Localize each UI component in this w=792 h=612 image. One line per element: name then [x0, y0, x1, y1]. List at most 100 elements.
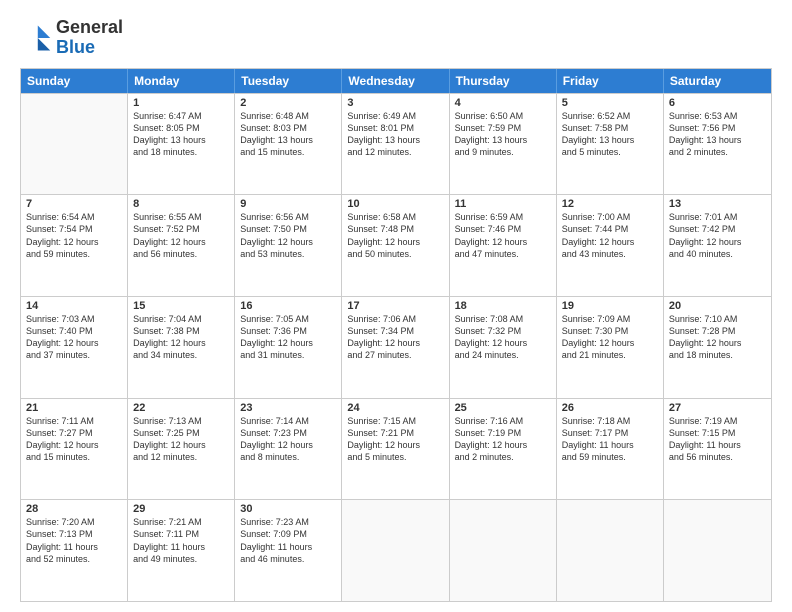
day-number: 2 [240, 97, 336, 109]
day-number: 14 [26, 300, 122, 312]
day-cell-11: 11Sunrise: 6:59 AM Sunset: 7:46 PM Dayli… [450, 195, 557, 296]
day-cell-20: 20Sunrise: 7:10 AM Sunset: 7:28 PM Dayli… [664, 297, 771, 398]
logo-icon [20, 22, 52, 54]
logo-blue-text: Blue [56, 37, 95, 57]
day-cell-3: 3Sunrise: 6:49 AM Sunset: 8:01 PM Daylig… [342, 94, 449, 195]
day-info: Sunrise: 7:16 AM Sunset: 7:19 PM Dayligh… [455, 415, 551, 464]
day-cell-21: 21Sunrise: 7:11 AM Sunset: 7:27 PM Dayli… [21, 399, 128, 500]
day-number: 10 [347, 198, 443, 210]
day-cell-17: 17Sunrise: 7:06 AM Sunset: 7:34 PM Dayli… [342, 297, 449, 398]
day-info: Sunrise: 7:08 AM Sunset: 7:32 PM Dayligh… [455, 313, 551, 362]
calendar-week-4: 21Sunrise: 7:11 AM Sunset: 7:27 PM Dayli… [21, 398, 771, 500]
day-cell-2: 2Sunrise: 6:48 AM Sunset: 8:03 PM Daylig… [235, 94, 342, 195]
page: General Blue SundayMondayTuesdayWednesda… [0, 0, 792, 612]
day-number: 30 [240, 503, 336, 515]
day-cell-30: 30Sunrise: 7:23 AM Sunset: 7:09 PM Dayli… [235, 500, 342, 601]
day-info: Sunrise: 6:54 AM Sunset: 7:54 PM Dayligh… [26, 211, 122, 260]
day-cell-9: 9Sunrise: 6:56 AM Sunset: 7:50 PM Daylig… [235, 195, 342, 296]
day-number: 25 [455, 402, 551, 414]
day-cell-12: 12Sunrise: 7:00 AM Sunset: 7:44 PM Dayli… [557, 195, 664, 296]
day-info: Sunrise: 6:55 AM Sunset: 7:52 PM Dayligh… [133, 211, 229, 260]
day-cell-13: 13Sunrise: 7:01 AM Sunset: 7:42 PM Dayli… [664, 195, 771, 296]
day-cell-27: 27Sunrise: 7:19 AM Sunset: 7:15 PM Dayli… [664, 399, 771, 500]
calendar-header-row: SundayMondayTuesdayWednesdayThursdayFrid… [21, 69, 771, 93]
calendar-week-5: 28Sunrise: 7:20 AM Sunset: 7:13 PM Dayli… [21, 499, 771, 601]
calendar: SundayMondayTuesdayWednesdayThursdayFrid… [20, 68, 772, 602]
day-number: 8 [133, 198, 229, 210]
header-day-wednesday: Wednesday [342, 69, 449, 93]
day-info: Sunrise: 6:59 AM Sunset: 7:46 PM Dayligh… [455, 211, 551, 260]
day-cell-15: 15Sunrise: 7:04 AM Sunset: 7:38 PM Dayli… [128, 297, 235, 398]
day-cell-22: 22Sunrise: 7:13 AM Sunset: 7:25 PM Dayli… [128, 399, 235, 500]
day-info: Sunrise: 7:09 AM Sunset: 7:30 PM Dayligh… [562, 313, 658, 362]
day-info: Sunrise: 6:47 AM Sunset: 8:05 PM Dayligh… [133, 110, 229, 159]
header-day-tuesday: Tuesday [235, 69, 342, 93]
header-day-thursday: Thursday [450, 69, 557, 93]
day-info: Sunrise: 6:56 AM Sunset: 7:50 PM Dayligh… [240, 211, 336, 260]
day-cell-24: 24Sunrise: 7:15 AM Sunset: 7:21 PM Dayli… [342, 399, 449, 500]
empty-cell [21, 94, 128, 195]
day-info: Sunrise: 7:01 AM Sunset: 7:42 PM Dayligh… [669, 211, 766, 260]
day-number: 13 [669, 198, 766, 210]
day-number: 23 [240, 402, 336, 414]
day-number: 24 [347, 402, 443, 414]
day-info: Sunrise: 7:18 AM Sunset: 7:17 PM Dayligh… [562, 415, 658, 464]
day-cell-8: 8Sunrise: 6:55 AM Sunset: 7:52 PM Daylig… [128, 195, 235, 296]
calendar-week-1: 1Sunrise: 6:47 AM Sunset: 8:05 PM Daylig… [21, 93, 771, 195]
header-day-monday: Monday [128, 69, 235, 93]
header-day-saturday: Saturday [664, 69, 771, 93]
day-number: 17 [347, 300, 443, 312]
logo: General Blue [20, 18, 123, 58]
day-number: 12 [562, 198, 658, 210]
day-number: 19 [562, 300, 658, 312]
empty-cell [664, 500, 771, 601]
day-number: 18 [455, 300, 551, 312]
day-info: Sunrise: 7:00 AM Sunset: 7:44 PM Dayligh… [562, 211, 658, 260]
day-info: Sunrise: 7:11 AM Sunset: 7:27 PM Dayligh… [26, 415, 122, 464]
day-cell-10: 10Sunrise: 6:58 AM Sunset: 7:48 PM Dayli… [342, 195, 449, 296]
calendar-week-3: 14Sunrise: 7:03 AM Sunset: 7:40 PM Dayli… [21, 296, 771, 398]
day-info: Sunrise: 7:23 AM Sunset: 7:09 PM Dayligh… [240, 516, 336, 565]
day-cell-16: 16Sunrise: 7:05 AM Sunset: 7:36 PM Dayli… [235, 297, 342, 398]
header-day-friday: Friday [557, 69, 664, 93]
day-info: Sunrise: 7:04 AM Sunset: 7:38 PM Dayligh… [133, 313, 229, 362]
day-cell-4: 4Sunrise: 6:50 AM Sunset: 7:59 PM Daylig… [450, 94, 557, 195]
day-number: 16 [240, 300, 336, 312]
day-cell-7: 7Sunrise: 6:54 AM Sunset: 7:54 PM Daylig… [21, 195, 128, 296]
day-info: Sunrise: 6:53 AM Sunset: 7:56 PM Dayligh… [669, 110, 766, 159]
day-info: Sunrise: 6:58 AM Sunset: 7:48 PM Dayligh… [347, 211, 443, 260]
day-info: Sunrise: 7:20 AM Sunset: 7:13 PM Dayligh… [26, 516, 122, 565]
logo-general: General Blue [56, 18, 123, 58]
day-number: 7 [26, 198, 122, 210]
day-info: Sunrise: 6:49 AM Sunset: 8:01 PM Dayligh… [347, 110, 443, 159]
day-number: 3 [347, 97, 443, 109]
day-cell-29: 29Sunrise: 7:21 AM Sunset: 7:11 PM Dayli… [128, 500, 235, 601]
day-info: Sunrise: 7:05 AM Sunset: 7:36 PM Dayligh… [240, 313, 336, 362]
day-info: Sunrise: 6:50 AM Sunset: 7:59 PM Dayligh… [455, 110, 551, 159]
day-info: Sunrise: 7:21 AM Sunset: 7:11 PM Dayligh… [133, 516, 229, 565]
day-number: 20 [669, 300, 766, 312]
day-info: Sunrise: 7:19 AM Sunset: 7:15 PM Dayligh… [669, 415, 766, 464]
header-day-sunday: Sunday [21, 69, 128, 93]
day-cell-28: 28Sunrise: 7:20 AM Sunset: 7:13 PM Dayli… [21, 500, 128, 601]
day-number: 5 [562, 97, 658, 109]
day-info: Sunrise: 7:13 AM Sunset: 7:25 PM Dayligh… [133, 415, 229, 464]
day-cell-26: 26Sunrise: 7:18 AM Sunset: 7:17 PM Dayli… [557, 399, 664, 500]
day-number: 27 [669, 402, 766, 414]
day-info: Sunrise: 7:06 AM Sunset: 7:34 PM Dayligh… [347, 313, 443, 362]
calendar-body: 1Sunrise: 6:47 AM Sunset: 8:05 PM Daylig… [21, 93, 771, 601]
day-cell-6: 6Sunrise: 6:53 AM Sunset: 7:56 PM Daylig… [664, 94, 771, 195]
day-cell-14: 14Sunrise: 7:03 AM Sunset: 7:40 PM Dayli… [21, 297, 128, 398]
day-info: Sunrise: 7:10 AM Sunset: 7:28 PM Dayligh… [669, 313, 766, 362]
day-cell-19: 19Sunrise: 7:09 AM Sunset: 7:30 PM Dayli… [557, 297, 664, 398]
day-info: Sunrise: 6:48 AM Sunset: 8:03 PM Dayligh… [240, 110, 336, 159]
day-number: 4 [455, 97, 551, 109]
empty-cell [557, 500, 664, 601]
day-number: 15 [133, 300, 229, 312]
day-info: Sunrise: 7:15 AM Sunset: 7:21 PM Dayligh… [347, 415, 443, 464]
day-number: 1 [133, 97, 229, 109]
day-number: 6 [669, 97, 766, 109]
day-cell-1: 1Sunrise: 6:47 AM Sunset: 8:05 PM Daylig… [128, 94, 235, 195]
day-number: 29 [133, 503, 229, 515]
empty-cell [450, 500, 557, 601]
